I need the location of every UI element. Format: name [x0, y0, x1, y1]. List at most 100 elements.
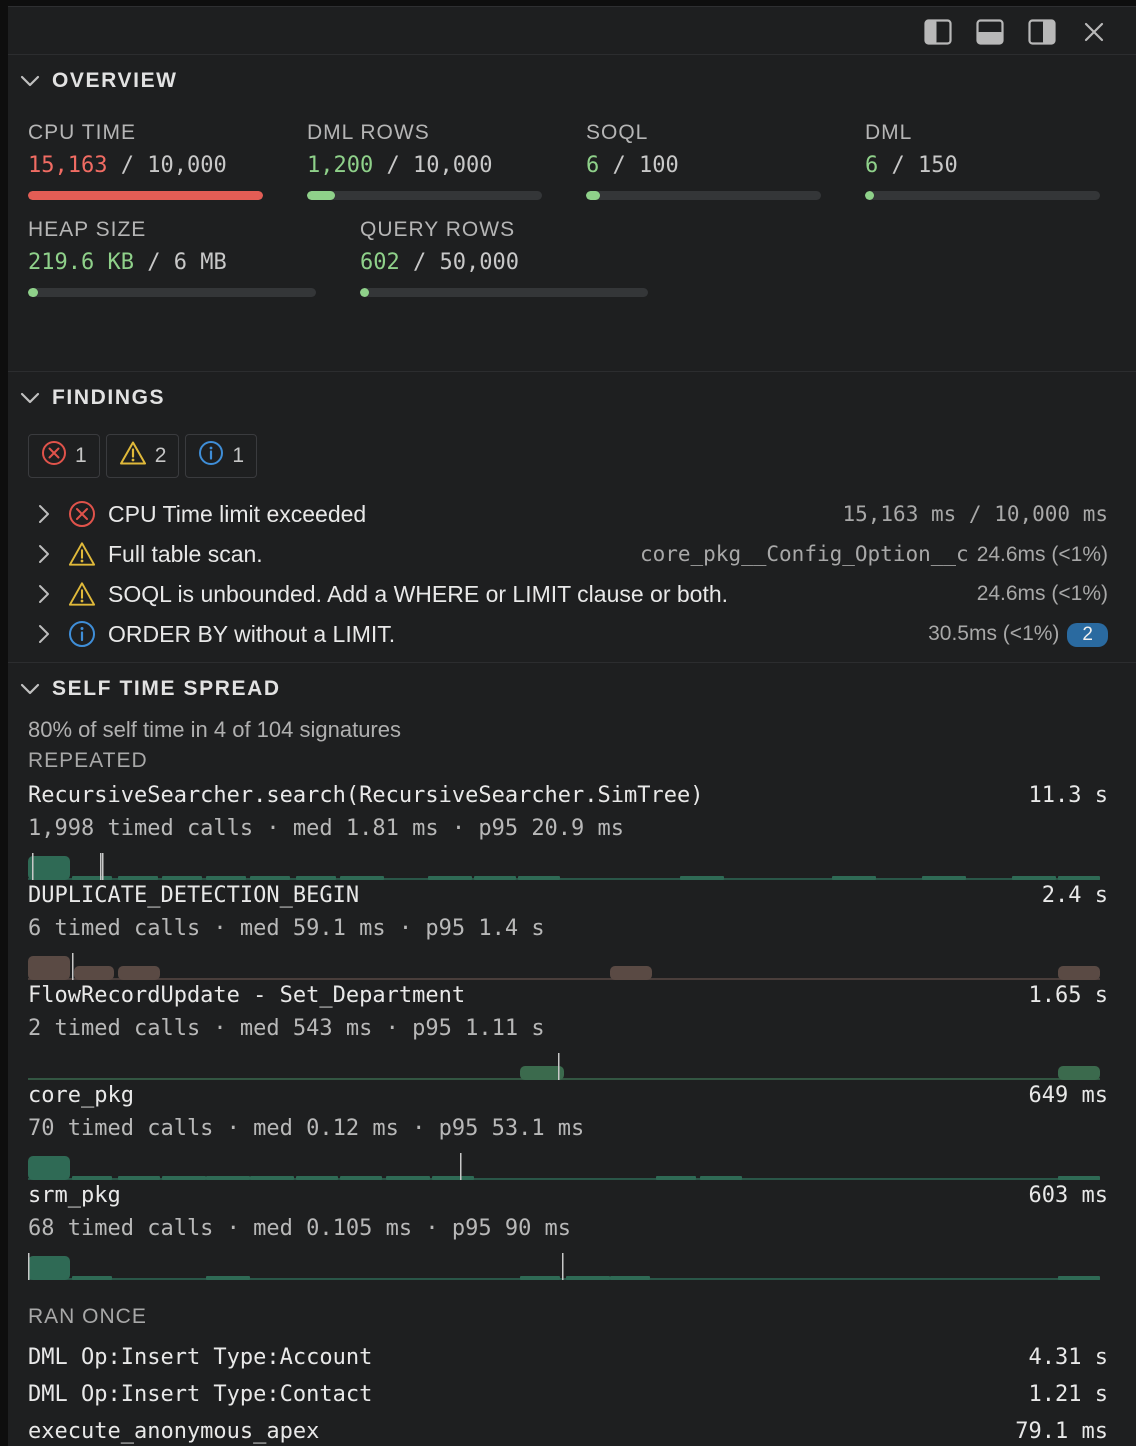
signature-row[interactable]: FlowRecordUpdate - Set_Department 1.65 s 2…	[28, 983, 1108, 1083]
metric-slash: /	[612, 153, 626, 178]
info-icon	[68, 620, 96, 648]
signature-stats: 1,998 timed calls · med 1.81 ms · p95 20…	[28, 816, 625, 841]
chevron-right-icon[interactable]	[34, 584, 54, 604]
warning-icon	[68, 540, 96, 568]
section-title: SELF TIME SPREAD	[52, 677, 281, 700]
metric-used: 219.6 KB	[28, 250, 134, 275]
signature-stats: 2 timed calls · med 543 ms · p95 1.11 s	[28, 1016, 545, 1041]
panel-toolbar	[8, 7, 1136, 55]
sparkline-bucket	[1058, 1066, 1100, 1080]
ran-once-list: DML Op:Insert Type:Account 4.31 s DML Op:I…	[28, 1339, 1108, 1446]
metric-used: 15,163	[28, 153, 108, 178]
chevron-down-icon	[18, 386, 42, 410]
signature-row[interactable]: core_pkg 649 ms 70 timed calls · med 0.12 …	[28, 1083, 1108, 1183]
metric-used: 1,200	[307, 153, 374, 178]
sparkline-bucket	[832, 876, 876, 880]
sparkline-bucket	[610, 966, 652, 980]
signature-total: 603 ms	[1028, 1183, 1108, 1208]
signature-stats: 70 timed calls · med 0.12 ms · p95 53.1 …	[28, 1116, 585, 1141]
signature-stats: 6 timed calls · med 59.1 ms · p95 1.4 s	[28, 916, 545, 941]
metric-progress-bar	[307, 191, 542, 200]
signature-header: srm_pkg 603 ms	[28, 1183, 1108, 1216]
metric-slash: /	[386, 153, 400, 178]
finding-meta: 30.5ms (<1%) 2	[928, 622, 1108, 647]
metric-label: DML	[865, 121, 913, 144]
metric-limit: 10,000	[147, 153, 227, 178]
self-time-section-header[interactable]: SELF TIME SPREAD	[8, 663, 1136, 715]
finding-object: core_pkg__Config_Option__c	[639, 541, 969, 566]
chevron-right-icon[interactable]	[34, 504, 54, 524]
warning-filter-button[interactable]: 2	[105, 434, 180, 478]
occurrence-count-badge: 2	[1067, 622, 1108, 647]
finding-text: Full table scan.	[108, 540, 263, 567]
signature-row[interactable]: RecursiveSearcher.search(RecursiveSearch…	[28, 783, 1108, 883]
finding-text: CPU Time limit exceeded	[108, 500, 367, 527]
sparkline-marker	[558, 1053, 560, 1080]
error-icon	[41, 440, 67, 472]
metric-progress-fill	[28, 288, 39, 297]
close-icon[interactable]	[1079, 17, 1109, 47]
metric-label: SOQL	[586, 121, 649, 144]
sparkline-bucket	[118, 1176, 160, 1180]
sparkline-bucket	[296, 876, 336, 880]
signature-header: DUPLICATE_DETECTION_BEGIN 2.4 s	[28, 883, 1108, 916]
metric-label: QUERY ROWS	[360, 218, 516, 241]
signature-name: DUPLICATE_DETECTION_BEGIN	[28, 883, 360, 908]
sparkline-bucket	[1058, 1176, 1100, 1180]
finding-row[interactable]: ORDER BY without a LIMIT. 30.5ms (<1%) 2	[8, 614, 1136, 654]
finding-text: ORDER BY without a LIMIT.	[108, 620, 396, 647]
signature-name: DML Op:Insert Type:Contact	[28, 1382, 373, 1407]
signature-row[interactable]: srm_pkg 603 ms 68 timed calls · med 0.105 …	[28, 1183, 1108, 1283]
metric-slash: /	[147, 250, 161, 275]
sparkline-marker	[72, 953, 74, 980]
metric-cpu-time: CPU TIME 15,163 / 10,000	[28, 121, 263, 200]
ran-once-row[interactable]: DML Op:Insert Type:Contact 1.21 s	[28, 1376, 1108, 1413]
signature-row[interactable]: DUPLICATE_DETECTION_BEGIN 2.4 s 6 timed ca…	[28, 883, 1108, 983]
signature-header: core_pkg 649 ms	[28, 1083, 1108, 1116]
sparkline-bucket	[72, 876, 112, 880]
metric-progress-bar	[28, 191, 263, 200]
finding-row[interactable]: CPU Time limit exceeded 15,163 ms / 10,00…	[8, 494, 1136, 534]
error-filter-button[interactable]: 1	[28, 434, 100, 478]
section-title: FINDINGS	[52, 386, 166, 409]
sparkline-marker	[102, 853, 104, 880]
ran-once-row[interactable]: execute_anonymous_apex 79.1 ms	[28, 1413, 1108, 1446]
metric-limit: 6 MB	[173, 250, 227, 275]
metric-used: 6	[586, 153, 600, 178]
info-filter-button[interactable]: 1	[185, 434, 258, 478]
panel-left-icon[interactable]	[923, 17, 953, 47]
metric-value: 6 / 150	[865, 153, 1100, 179]
chevron-right-icon[interactable]	[34, 624, 54, 644]
warning-icon	[119, 440, 147, 472]
signature-total: 11.3 s	[1028, 783, 1108, 808]
metric-label: HEAP SIZE	[28, 218, 147, 241]
sparkline-bucket	[428, 876, 472, 880]
finding-metric: 15,163 ms / 10,000 ms	[842, 501, 1108, 526]
findings-section-header[interactable]: FINDINGS	[8, 372, 1136, 424]
metric-progress-fill	[360, 288, 369, 297]
signature-total: 1.21 s	[1028, 1382, 1108, 1407]
finding-meta: core_pkg__Config_Option__c 24.6ms (<1%)	[640, 542, 1108, 567]
sparkline-baseline	[28, 978, 1100, 980]
sparkline-marker	[562, 1253, 564, 1280]
finding-row[interactable]: Full table scan. core_pkg__Config_Option_…	[8, 534, 1136, 574]
overview-section-header[interactable]: OVERVIEW	[8, 55, 1136, 107]
panel-bottom-icon[interactable]	[975, 17, 1005, 47]
chevron-right-icon[interactable]	[34, 544, 54, 564]
finding-metric: 24.6ms (<1%)	[976, 582, 1108, 605]
signature-total: 2.4 s	[1041, 883, 1108, 908]
ran-once-row[interactable]: DML Op:Insert Type:Account 4.31 s	[28, 1339, 1108, 1376]
info-icon	[198, 440, 224, 472]
sparkline-bucket	[118, 876, 158, 880]
sparkline-bucket	[72, 1176, 112, 1180]
metric-slash: /	[413, 250, 427, 275]
signature-name: RecursiveSearcher.search(RecursiveSearch…	[28, 783, 704, 808]
panel-right-icon[interactable]	[1027, 17, 1057, 47]
finding-metric: 30.5ms (<1%)	[928, 621, 1060, 645]
self-time-body: 80% of self time in 4 of 104 signatures …	[8, 715, 1136, 1446]
overview-metrics: CPU TIME 15,163 / 10,000 DML ROWS 1,200 / 1…	[8, 107, 1136, 371]
finding-row[interactable]: SOQL is unbounded. Add a WHERE or LIMIT …	[8, 574, 1136, 614]
sparkline-marker	[32, 853, 34, 880]
signature-name: execute_anonymous_apex	[28, 1419, 320, 1444]
analysis-panel: OVERVIEW CPU TIME 15,163 / 10,000 DML ROWS…	[8, 6, 1136, 1446]
